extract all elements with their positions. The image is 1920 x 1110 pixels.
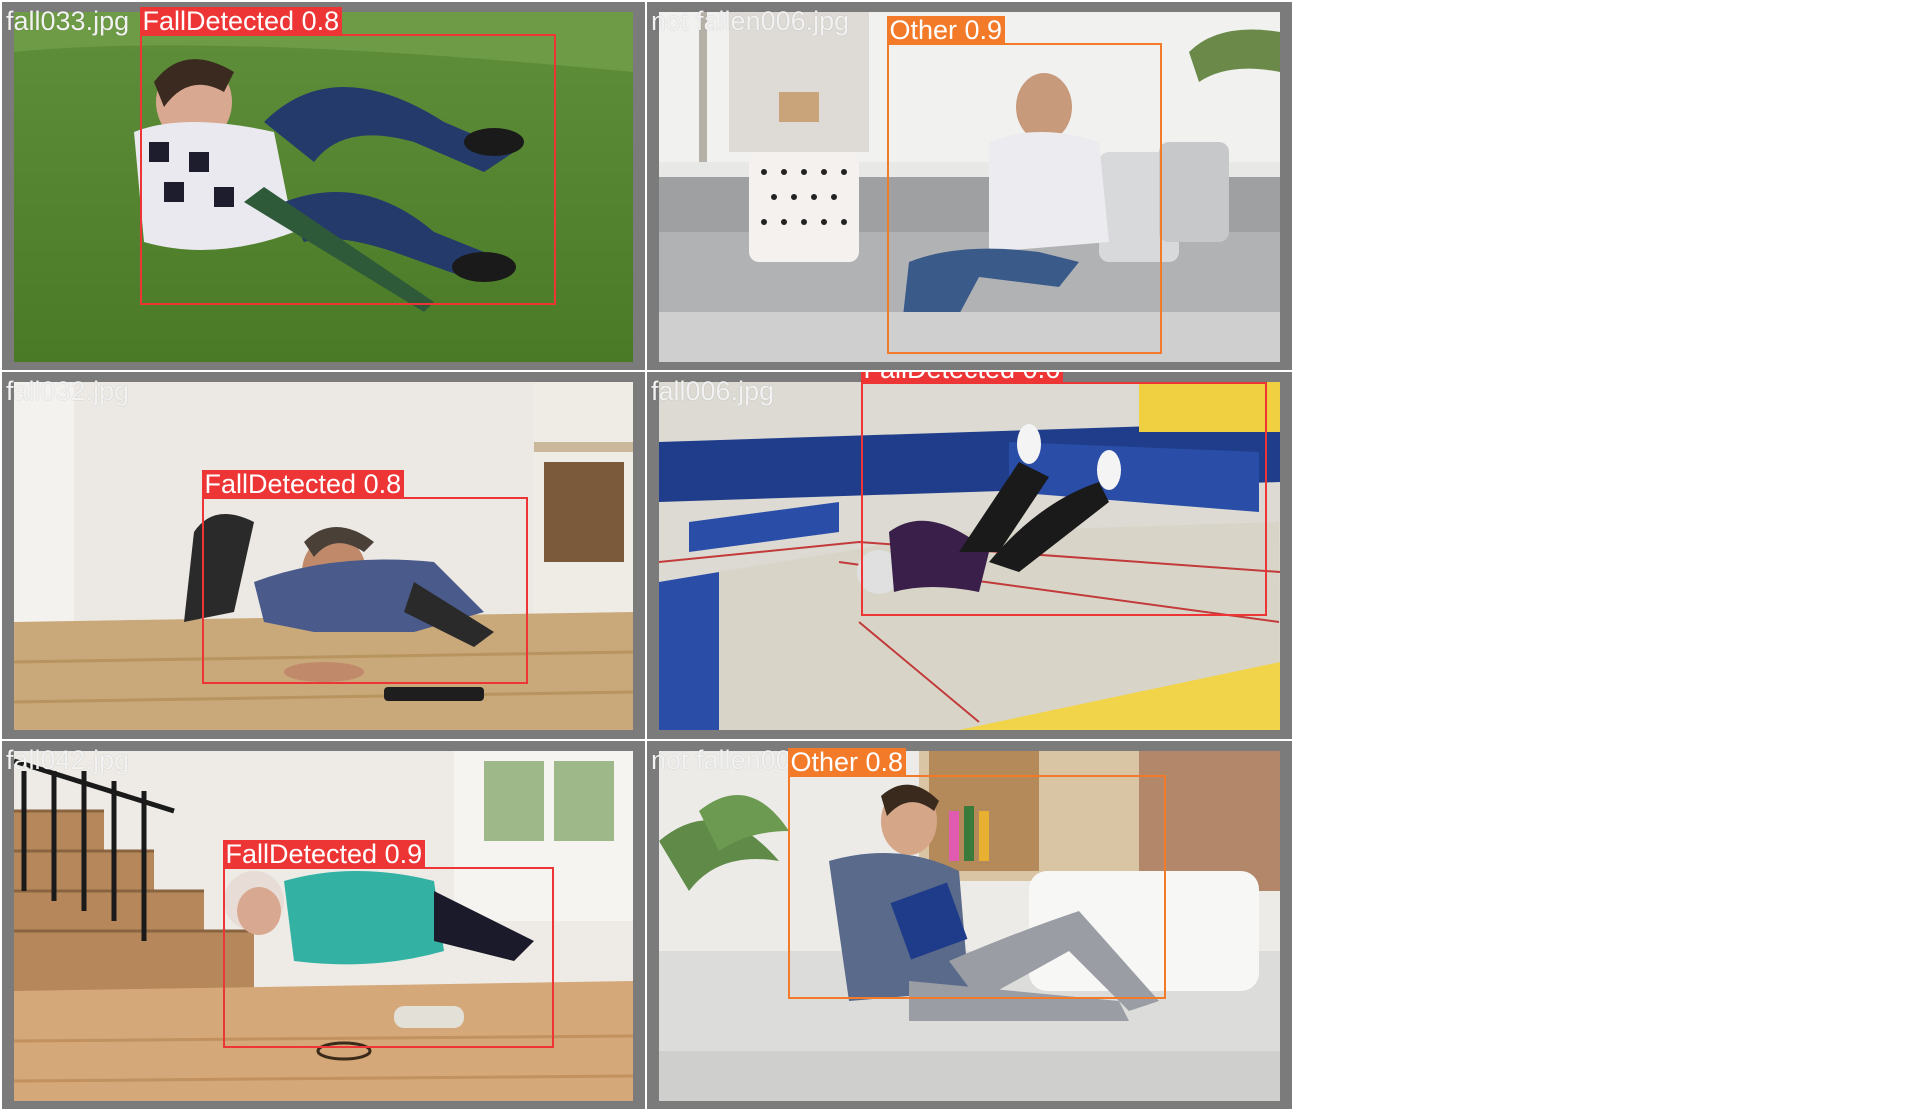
result-tile: fall006.jpg FallDetected 0.6 [647, 372, 1292, 739]
detection-label: Other 0.8 [787, 748, 907, 777]
detection-label: Other 0.9 [886, 16, 1006, 45]
detection-label: FallDetected 0.9 [222, 840, 426, 869]
image-filename: fall042.jpg [6, 745, 130, 775]
image-filename: not fallen006.jpg [651, 6, 850, 36]
result-tile: fall032.jpg FallDetected 0.8 [2, 372, 645, 739]
detection-box: Other 0.9 [886, 16, 1162, 354]
detection-box: FallDetected 0.8 [139, 7, 556, 305]
result-tile: fall033.jpg FallDetected 0.8 [2, 2, 645, 370]
result-tile: fall042.jpg FallDetected 0.9 [2, 741, 645, 1109]
detection-box: FallDetected 0.9 [222, 840, 554, 1048]
image-filename: fall032.jpg [6, 376, 130, 406]
detection-box: FallDetected 0.6 [860, 372, 1267, 616]
detection-label: FallDetected 0.8 [139, 7, 343, 36]
detection-results-grid: fall033.jpg FallDetected 0.8 not fallen0… [0, 0, 1294, 1110]
detection-label: FallDetected 0.8 [201, 470, 405, 499]
detection-label: FallDetected 0.6 [860, 372, 1064, 384]
result-tile: not fallen005.jpg Other 0.8 [647, 741, 1292, 1109]
detection-box: Other 0.8 [787, 748, 1166, 999]
image-filename: fall006.jpg [651, 376, 775, 406]
image-filename: fall033.jpg [6, 6, 130, 36]
detection-box: FallDetected 0.8 [201, 470, 528, 684]
result-tile: not fallen006.jpg Other 0.9 [647, 2, 1292, 370]
